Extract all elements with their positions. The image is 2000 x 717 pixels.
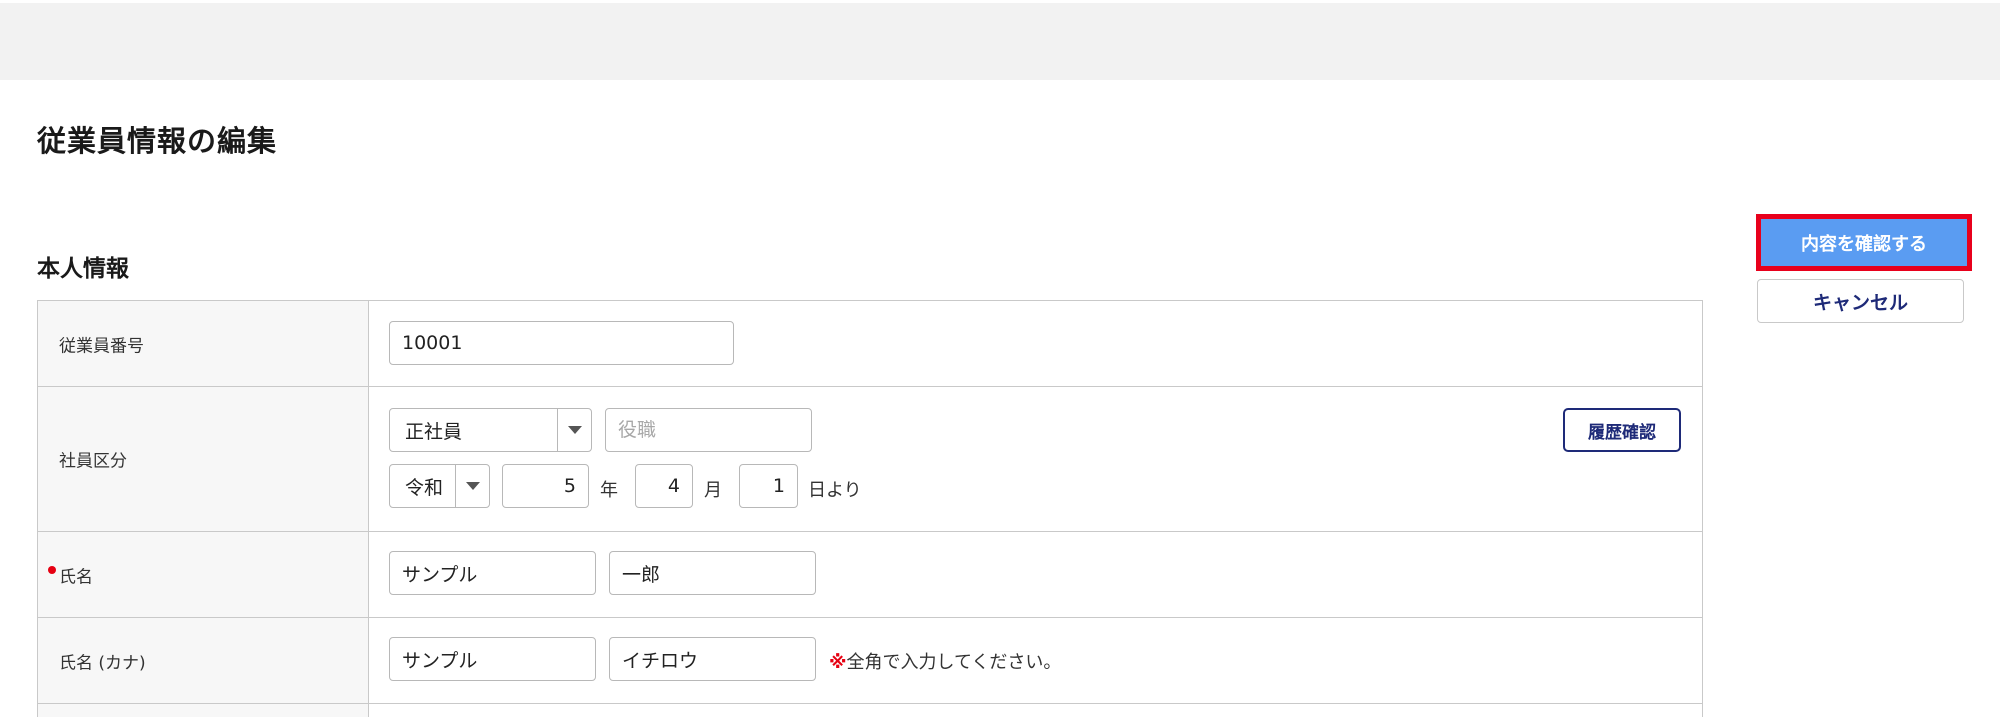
top-header-bar [0, 0, 2000, 80]
label-cell [38, 704, 369, 717]
employee-type-selected: 正社員 [405, 420, 463, 443]
cancel-button[interactable]: キャンセル [1757, 279, 1964, 323]
page-title: 従業員情報の編集 [37, 124, 278, 158]
year-input[interactable] [502, 464, 589, 508]
day-unit-label: 日より [808, 480, 862, 501]
section-title: 本人情報 [37, 256, 129, 282]
note-text: 全角で入力してください。 [846, 652, 1062, 673]
position-input[interactable] [605, 408, 812, 452]
label-cell: 従業員番号 [38, 301, 369, 386]
name-kana-label: 氏名 (カナ) [59, 653, 146, 673]
month-input[interactable] [635, 464, 693, 508]
history-check-button[interactable]: 履歴確認 [1563, 408, 1681, 452]
last-name-kana-input[interactable] [389, 637, 596, 681]
kana-input-note: ※全角で入力してください。 [829, 648, 1061, 674]
name-label: 氏名 [59, 567, 93, 587]
chevron-down-icon [557, 409, 591, 451]
confirm-button[interactable]: 内容を確認する [1761, 219, 1967, 266]
employee-type-select[interactable]: 正社員 [389, 408, 592, 452]
form-row-name: 氏名 [38, 532, 1702, 618]
confirm-button-highlight: 内容を確認する [1756, 214, 1972, 271]
label-cell: 社員区分 [38, 387, 369, 531]
label-cell: 氏名 (カナ) [38, 618, 369, 703]
era-select[interactable]: 令和 [389, 464, 490, 508]
value-cell [369, 704, 1702, 717]
first-name-input[interactable] [609, 551, 816, 595]
note-mark: ※ [829, 652, 847, 673]
year-unit-label: 年 [600, 480, 618, 501]
month-unit-label: 月 [704, 480, 722, 501]
last-name-input[interactable] [389, 551, 596, 595]
employee-number-label: 従業員番号 [59, 336, 144, 356]
form-row-next [38, 704, 1702, 717]
form-row-employee-type: 社員区分 [38, 387, 1702, 532]
required-dot-icon [48, 566, 56, 574]
employee-type-label: 社員区分 [59, 451, 127, 472]
era-selected: 令和 [405, 476, 444, 499]
label-cell: 氏名 [38, 532, 369, 617]
first-name-kana-input[interactable] [609, 637, 816, 681]
chevron-down-icon [455, 465, 489, 507]
day-input[interactable] [739, 464, 798, 508]
form-row-employee-number: 従業員番号 [38, 301, 1702, 387]
employee-number-input[interactable] [389, 321, 734, 365]
